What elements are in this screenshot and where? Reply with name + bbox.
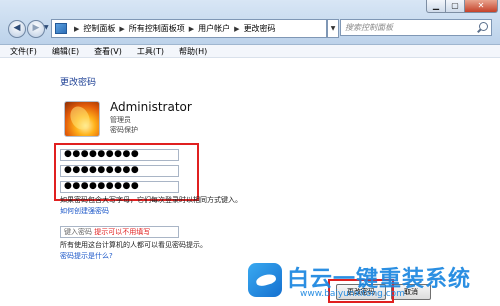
control-panel-icon: [55, 23, 67, 34]
breadcrumb-control-panel[interactable]: 控制面板: [83, 23, 115, 34]
what-is-hint-link[interactable]: 密码提示是什么?: [60, 251, 113, 261]
breadcrumb-user-accounts[interactable]: 用户帐户: [198, 23, 230, 34]
hint-visibility-note: 所有使用这台计算机的人都可以看见密码提示。: [60, 241, 207, 249]
watermark-url: www.baiyunxitong.com: [300, 289, 405, 299]
caps-lock-warning: 如果密码包含大写字母，它们每次登录时以相同方式键入。: [60, 196, 242, 204]
breadcrumb-change-password[interactable]: 更改密码: [244, 23, 276, 34]
search-input[interactable]: 搜索控制面板: [340, 19, 492, 36]
password-hint-field[interactable]: 键入密码 提示可以不用填写: [60, 226, 179, 238]
breadcrumb-separator-icon[interactable]: ▶: [234, 25, 239, 33]
search-icon[interactable]: [479, 22, 488, 31]
search-placeholder: 搜索控制面板: [345, 23, 393, 32]
user-avatar: [64, 101, 100, 137]
page-title: 更改密码: [60, 78, 97, 88]
window-titlebar: ▁ ▢ ✕ ◀ ▶ ▼ ▶ 控制面板 ▶ 所有控制面板项 ▶ 用户帐户 ▶ 更改…: [0, 0, 500, 45]
password-fields-highlight: [54, 143, 199, 201]
breadcrumb-separator-icon[interactable]: ▶: [189, 25, 194, 33]
close-icon[interactable]: ✕: [464, 0, 498, 13]
menu-tools[interactable]: 工具(T): [137, 46, 164, 57]
user-name: Administrator: [110, 100, 192, 114]
address-dropdown-icon[interactable]: ▼: [327, 19, 339, 38]
back-icon[interactable]: ◀: [8, 20, 26, 38]
hint-annotation: 提示可以不用填写: [94, 228, 151, 236]
minimize-icon[interactable]: ▁: [426, 0, 446, 13]
forward-icon[interactable]: ▶: [27, 20, 45, 38]
user-password-status: 密码保护: [110, 126, 138, 134]
breadcrumb-all-items[interactable]: 所有控制面板项: [129, 23, 185, 34]
user-type: 管理员: [110, 116, 131, 124]
breadcrumb-separator-icon[interactable]: ▶: [74, 25, 79, 33]
strong-password-link[interactable]: 如何创建强密码: [60, 206, 109, 216]
menu-help[interactable]: 帮助(H): [179, 46, 207, 57]
menu-bar: 文件(F) 编辑(E) 查看(V) 工具(T) 帮助(H): [0, 45, 500, 58]
hint-placeholder: 键入密码: [64, 228, 92, 236]
history-dropdown-icon[interactable]: ▼: [44, 24, 49, 31]
menu-view[interactable]: 查看(V): [94, 46, 122, 57]
maximize-icon[interactable]: ▢: [445, 0, 465, 13]
watermark-bird-logo: [248, 263, 282, 297]
breadcrumb-separator-icon[interactable]: ▶: [119, 25, 124, 33]
menu-edit[interactable]: 编辑(E): [52, 46, 79, 57]
address-bar[interactable]: ▶ 控制面板 ▶ 所有控制面板项 ▶ 用户帐户 ▶ 更改密码: [51, 19, 327, 38]
menu-file[interactable]: 文件(F): [10, 46, 37, 57]
